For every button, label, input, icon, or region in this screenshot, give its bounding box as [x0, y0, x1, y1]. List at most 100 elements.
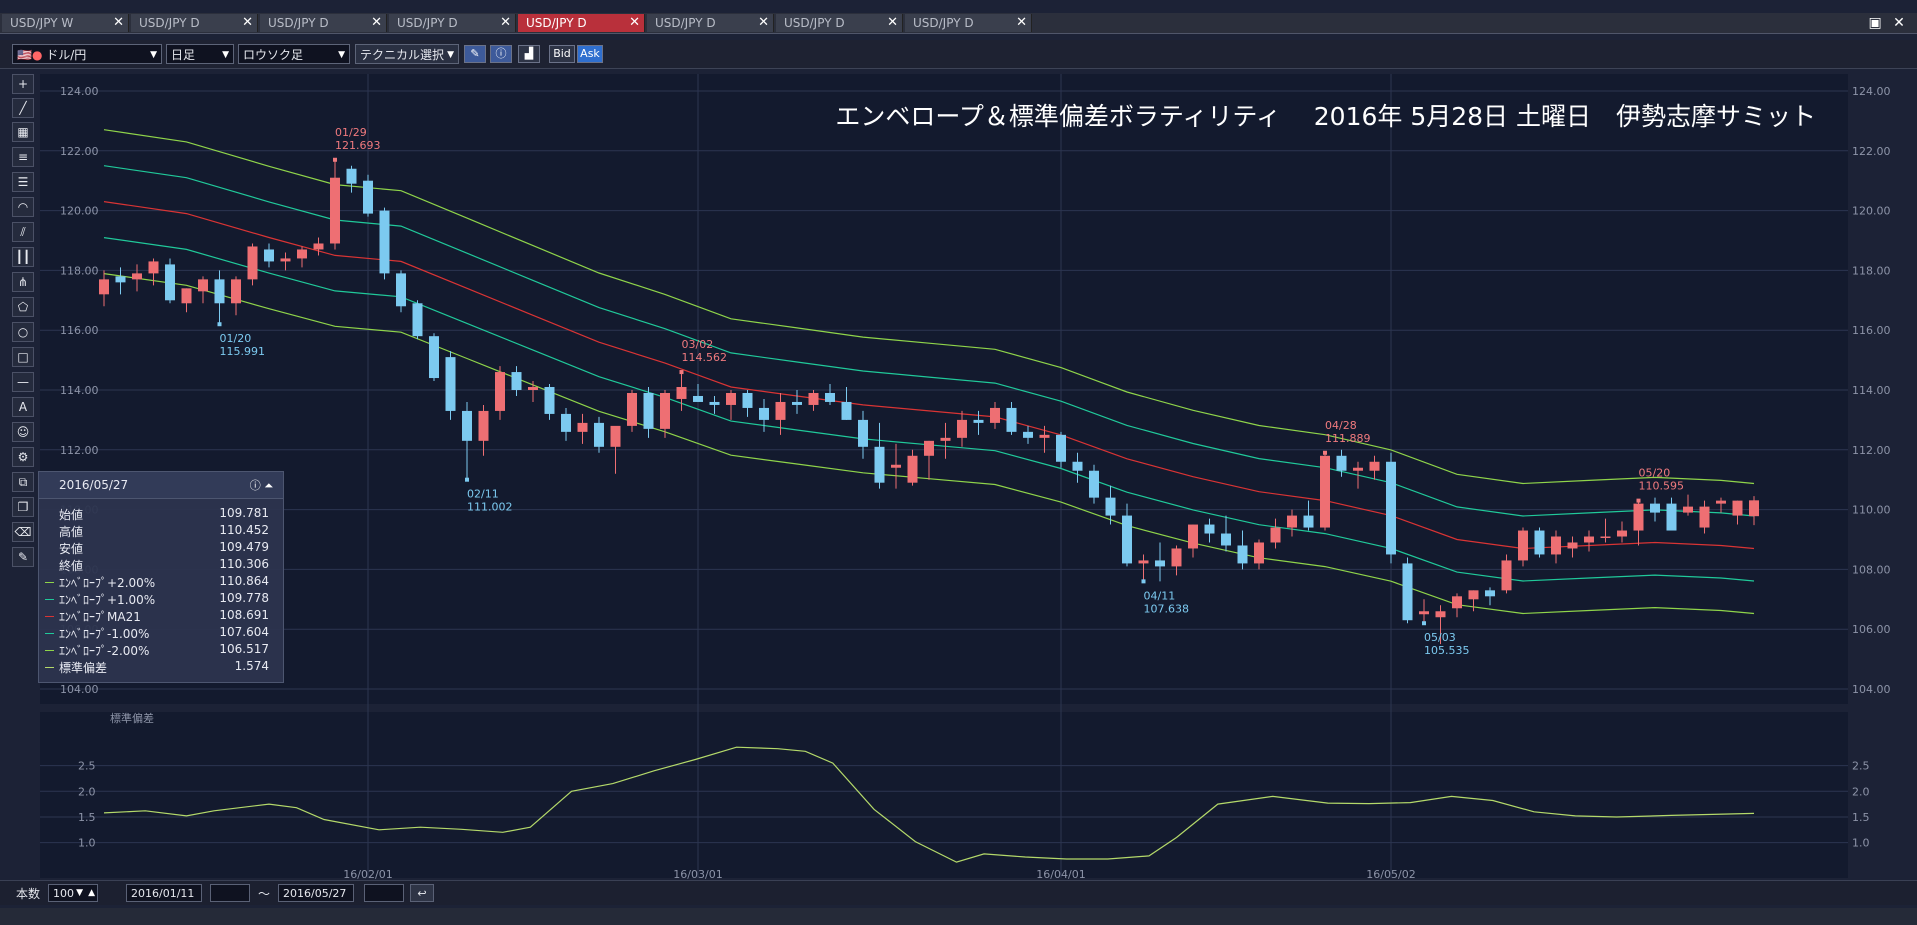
- candle-body: [1452, 596, 1462, 609]
- y-tick-label-right: 122.00: [1852, 145, 1891, 158]
- candle-body: [1716, 500, 1726, 504]
- data-window-label: 標準偏差: [59, 661, 108, 675]
- candle-body: [775, 401, 786, 420]
- sub-y-tick-right: 1.0: [1852, 837, 1870, 850]
- candle-body: [1419, 611, 1429, 615]
- y-tick-label-left: 112.00: [60, 444, 99, 457]
- candle-body: [445, 357, 456, 411]
- candle-body: [676, 387, 687, 399]
- y-tick-label-right: 112.00: [1852, 444, 1891, 457]
- data-window-row: ｴﾝﾍﾞﾛｰﾌﾟ-1.00% 107.604: [39, 625, 283, 642]
- data-window-label: 安値: [59, 542, 84, 556]
- candle-body: [1584, 536, 1594, 543]
- annotation-value: 111.002: [467, 501, 513, 514]
- y-tick-label-right: 118.00: [1852, 264, 1891, 277]
- candle-body: [1089, 470, 1099, 498]
- candle-body: [1287, 515, 1297, 528]
- from-date-input[interactable]: 2016/01/11: [126, 884, 202, 902]
- annotation-date: 01/29: [335, 126, 367, 139]
- annotation-value: 107.638: [1144, 602, 1190, 615]
- chart-title: エンベロープ＆標準偏差ボラティリティ 2016年 5月28日 土曜日 伊勢志摩サ…: [835, 102, 1816, 131]
- y-tick-label-right: 124.00: [1852, 85, 1891, 98]
- extreme-marker: [465, 477, 469, 482]
- annotation-date: 03/02: [682, 338, 714, 351]
- candle-body: [346, 168, 357, 184]
- annotation-date: 05/20: [1639, 467, 1671, 480]
- status-bar: [0, 908, 1917, 925]
- info-icon[interactable]: ⓘ: [250, 479, 261, 492]
- return-icon: ↩: [417, 887, 427, 900]
- candle-body: [1270, 527, 1281, 543]
- candle-body: [660, 392, 670, 429]
- y-tick-label-left: 120.00: [60, 205, 99, 218]
- to-date-input[interactable]: 2016/05/27: [278, 884, 354, 902]
- series-line-icon: [45, 582, 54, 583]
- x-tick-label: 16/04/01: [1036, 868, 1085, 880]
- collapse-icon[interactable]: ⏶: [264, 479, 273, 492]
- candle-body: [874, 446, 885, 483]
- candle-body: [1023, 431, 1033, 438]
- count-select[interactable]: 100 ▼ ▲: [48, 884, 98, 902]
- candle-body: [973, 419, 984, 423]
- data-window-value: 110.306: [219, 557, 269, 571]
- y-tick-label-right: 110.00: [1852, 504, 1891, 517]
- data-window-header[interactable]: 2016/05/27 ⓘ ⏶: [39, 472, 283, 499]
- candle-body: [396, 273, 406, 307]
- candle-body: [1468, 590, 1479, 600]
- candle-body: [1683, 506, 1693, 513]
- candle-body: [1138, 560, 1149, 564]
- data-window-row: 標準偏差 1.574: [39, 659, 283, 676]
- series-line-icon: [45, 616, 54, 617]
- annotation-date: 04/28: [1325, 419, 1357, 432]
- data-window: 2016/05/27 ⓘ ⏶ 始値 109.781 高値 110.452 安値 109.4…: [38, 471, 284, 683]
- candle-body: [264, 249, 274, 262]
- apply-range-button[interactable]: ↩: [410, 884, 434, 902]
- candle-body: [363, 180, 373, 214]
- extreme-marker: [1636, 498, 1641, 503]
- y-tick-label-left: 116.00: [60, 324, 99, 337]
- data-window-row: 終値 110.306: [39, 557, 283, 574]
- candle-body: [1320, 455, 1330, 528]
- candle-body: [924, 440, 934, 456]
- candle-body: [1633, 503, 1644, 531]
- candle-body: [1072, 461, 1083, 471]
- data-window-row: 始値 109.781: [39, 506, 283, 523]
- candle-body: [1171, 548, 1182, 567]
- y-tick-label-left: 118.00: [60, 264, 99, 277]
- to-time-input[interactable]: [364, 884, 404, 902]
- extreme-marker: [679, 370, 684, 375]
- chart-area[interactable]: 124.00 124.00 122.00 122.00 120.00 120.00 118.…: [0, 0, 1917, 880]
- candle-body: [247, 246, 258, 280]
- main-plot-background: [40, 74, 1848, 704]
- candle-body: [627, 392, 637, 426]
- candle-body: [115, 276, 126, 283]
- from-date-value: 2016/01/11: [131, 887, 195, 900]
- data-window-label: 終値: [59, 559, 84, 573]
- data-window-value: 110.452: [219, 523, 269, 537]
- range-tilde: 〜: [258, 887, 271, 901]
- from-time-input[interactable]: [210, 884, 250, 902]
- data-window-value: 107.604: [219, 625, 269, 639]
- data-window-value: 1.574: [234, 659, 269, 673]
- data-window-value: 108.691: [219, 608, 269, 622]
- y-tick-label-left: 104.00: [60, 683, 99, 696]
- annotation-date: 02/11: [467, 488, 499, 501]
- candle-body: [181, 288, 192, 304]
- candle-body: [1039, 434, 1050, 438]
- candle-body: [1303, 515, 1314, 528]
- annotation-date: 04/11: [1144, 589, 1176, 602]
- candle-body: [544, 387, 555, 414]
- candle-body: [891, 464, 901, 468]
- candle-body: [165, 264, 175, 301]
- data-window-label: 高値: [59, 525, 84, 539]
- candle-body: [1501, 560, 1512, 591]
- annotation-value: 111.889: [1325, 432, 1371, 445]
- sub-y-tick-left: 2.0: [78, 785, 96, 798]
- annotation-value: 115.991: [220, 345, 266, 358]
- chevron-down-icon: ▼: [76, 888, 83, 898]
- candle-body: [792, 401, 802, 405]
- candle-body: [1749, 500, 1759, 517]
- candle-body: [1056, 434, 1066, 462]
- candle-body: [1617, 530, 1627, 537]
- extreme-marker: [333, 157, 337, 162]
